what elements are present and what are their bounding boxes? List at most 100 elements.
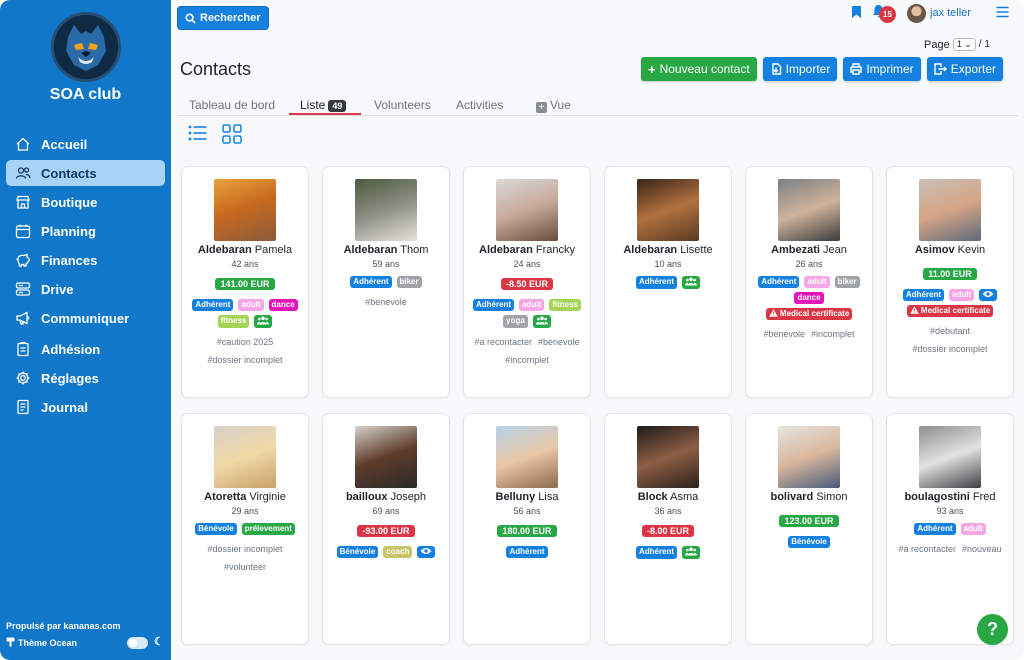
contact-name[interactable]: Ambezati Jean — [746, 244, 872, 256]
tab-view[interactable]: + Vue — [536, 98, 571, 113]
sidebar-item-journal[interactable]: Journal — [6, 394, 165, 420]
tag[interactable]: Adhérent — [635, 546, 678, 559]
contact-photo[interactable] — [214, 179, 276, 241]
tag[interactable]: Bénévole — [788, 536, 830, 548]
tab-volunteers[interactable]: Volunteers — [374, 98, 431, 112]
sidebar-item-reglages[interactable]: Réglages — [6, 365, 165, 391]
tag[interactable]: fitness — [217, 315, 250, 328]
tag[interactable]: biker — [396, 276, 422, 288]
tag[interactable]: dance — [794, 292, 824, 304]
bookmark-icon[interactable] — [851, 5, 862, 24]
contact-name[interactable]: Atoretta Virginie — [182, 491, 308, 503]
contact-card[interactable]: Aldebaran Francky 24 ans -8.50 EUR Adhérent… — [463, 166, 591, 398]
sidebar-item-planning[interactable]: Planning — [6, 218, 165, 244]
contact-photo[interactable] — [355, 179, 417, 241]
contact-name[interactable]: Block Asma — [605, 491, 731, 503]
contact-photo[interactable] — [637, 179, 699, 241]
tag[interactable]: Adhérent — [902, 289, 944, 301]
user-name[interactable]: jax teller — [930, 7, 971, 19]
hashtag[interactable]: #debutant — [930, 325, 970, 337]
page-select[interactable]: 1 ⌄ — [952, 38, 976, 51]
hashtag[interactable]: #incomplet — [811, 328, 855, 340]
contact-name[interactable]: Aldebaran Pamela — [182, 244, 308, 256]
tag[interactable]: Adhérent — [914, 523, 956, 535]
sidebar-item-accueil[interactable]: Accueil — [6, 131, 165, 157]
grid-view-icon[interactable] — [222, 124, 242, 149]
theme-toggle[interactable] — [127, 637, 148, 649]
tab-list[interactable]: Liste 49 — [300, 98, 347, 112]
tag[interactable]: Adhérent — [472, 299, 515, 311]
contact-photo[interactable] — [496, 426, 558, 488]
contact-photo[interactable] — [637, 426, 699, 488]
hashtag[interactable]: #dossier incomplet — [207, 543, 282, 555]
contact-name[interactable]: Belluny Lisa — [464, 491, 590, 503]
tag[interactable]: Adhérent — [635, 276, 678, 289]
tag[interactable]: Bénévole — [336, 546, 379, 558]
tag[interactable]: adult — [804, 276, 830, 288]
group-icon[interactable] — [254, 315, 273, 328]
medical-certificate-tag[interactable]: Medical certificate — [906, 305, 994, 317]
hamburger-menu-icon[interactable] — [996, 5, 1009, 23]
medical-certificate-tag[interactable]: Medical certificate — [765, 308, 853, 320]
contact-name[interactable]: Aldebaran Francky — [464, 244, 590, 256]
contact-card[interactable]: Atoretta Virginie 29 ans Bénévole préleveme… — [181, 413, 309, 645]
contact-card[interactable]: Aldebaran Lisette 10 ans Adhérent — [604, 166, 732, 398]
contact-card[interactable]: bailloux Joseph 69 ans -93.00 EUR Bénévole c… — [322, 413, 450, 645]
tag[interactable]: Adhérent — [506, 546, 548, 558]
sidebar-item-drive[interactable]: Drive — [6, 276, 165, 302]
tag[interactable]: adult — [519, 299, 545, 311]
tab-activities[interactable]: Activities — [456, 98, 503, 112]
contact-card[interactable]: Ambezati Jean 26 ans Adhérent adult biker dan… — [745, 166, 873, 398]
tag[interactable]: Adhérent — [192, 299, 234, 311]
group-icon[interactable] — [532, 315, 551, 328]
search-button[interactable]: Rechercher — [177, 6, 269, 30]
contact-name[interactable]: Aldebaran Thom — [323, 244, 449, 256]
import-button[interactable]: Importer — [762, 57, 838, 81]
list-view-icon[interactable] — [188, 124, 208, 149]
tag[interactable]: yoga — [503, 315, 528, 328]
tag[interactable]: adult — [238, 299, 264, 311]
contact-name[interactable]: bolivard Simon — [746, 491, 872, 503]
sidebar-item-finances[interactable]: Finances — [6, 247, 165, 273]
contact-card[interactable]: Belluny Lisa 56 ans 180.00 EUR Adhérent — [463, 413, 591, 645]
hashtag[interactable]: #volunteer — [224, 561, 266, 573]
print-button[interactable]: Imprimer — [843, 57, 921, 81]
tag[interactable]: coach — [383, 546, 413, 558]
sidebar-item-boutique[interactable]: Boutique — [6, 189, 165, 215]
hashtag[interactable]: #nouveau — [962, 543, 1002, 555]
contact-card[interactable]: boulagostini Fred 93 ans Adhérent adult #a r… — [886, 413, 1014, 645]
hashtag[interactable]: #incomplet — [505, 354, 549, 366]
tag[interactable]: prélevement — [241, 523, 295, 535]
contact-name[interactable]: bailloux Joseph — [323, 491, 449, 503]
sidebar-item-communiquer[interactable]: Communiquer — [6, 305, 165, 331]
contact-card[interactable]: Block Asma 36 ans -8.00 EUR Adhérent — [604, 413, 732, 645]
powered-by[interactable]: Propulsé par kananas.com — [6, 621, 121, 631]
tag[interactable]: fitness — [549, 299, 582, 311]
tab-dashboard[interactable]: Tableau de bord — [189, 98, 275, 112]
export-button[interactable]: Exporter — [926, 57, 1004, 81]
contact-card[interactable]: Asimov Kevin 11.00 EUR Adhérent adult Medic… — [886, 166, 1014, 398]
hashtag[interactable]: #benevole — [365, 296, 407, 308]
group-icon[interactable] — [682, 276, 701, 289]
contact-card[interactable]: Aldebaran Thom 59 ans Adhérent biker #benevo… — [322, 166, 450, 398]
contact-photo[interactable] — [214, 426, 276, 488]
group-icon[interactable] — [682, 546, 701, 559]
tag[interactable]: adult — [949, 289, 975, 301]
tag[interactable]: adult — [960, 523, 986, 535]
help-button[interactable]: ? — [977, 614, 1008, 645]
contact-photo[interactable] — [778, 426, 840, 488]
hashtag[interactable]: #dossier incomplet — [912, 343, 987, 355]
contact-card[interactable]: Aldebaran Pamela 42 ans 141.00 EUR Adhérent… — [181, 166, 309, 398]
hashtag[interactable]: #benevole — [763, 328, 805, 340]
tag[interactable]: biker — [834, 276, 860, 288]
contact-name[interactable]: Aldebaran Lisette — [605, 244, 731, 256]
hashtag[interactable]: #a recontacter — [898, 543, 956, 555]
user-avatar[interactable] — [907, 4, 926, 23]
tag[interactable]: Adhérent — [758, 276, 800, 288]
contact-name[interactable]: Asimov Kevin — [887, 244, 1013, 256]
hashtag[interactable]: #dossier incomplet — [207, 354, 282, 366]
hashtag[interactable]: #caution 2025 — [217, 336, 274, 348]
hashtag[interactable]: #a recontacter — [474, 336, 532, 348]
contact-photo[interactable] — [919, 179, 981, 241]
hashtag[interactable]: #benevole — [538, 336, 580, 348]
